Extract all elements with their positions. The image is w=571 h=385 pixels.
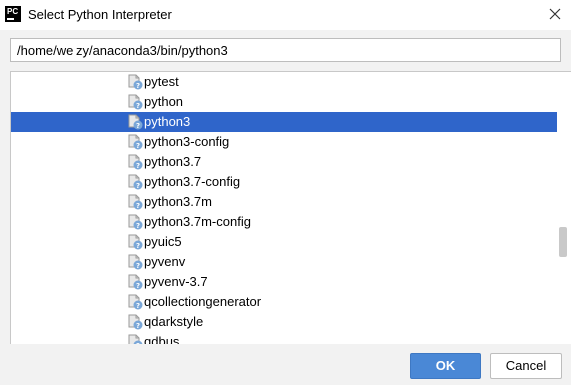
svg-text:?: ? [136,102,140,110]
unknown-file-icon: ? [127,134,143,150]
tree-item-label: python3 [144,114,191,129]
tree-item-label: pytest [144,74,179,89]
svg-text:?: ? [136,182,140,190]
svg-text:?: ? [136,242,140,250]
svg-text:?: ? [136,282,140,290]
tree-item[interactable]: ? python3-config [11,132,557,152]
unknown-file-icon: ? [127,234,143,250]
unknown-file-icon: ? [127,254,143,270]
unknown-file-icon: ? [127,334,143,344]
tree-item[interactable]: ? pyvenv [11,252,557,272]
unknown-file-icon: ? [127,294,143,310]
tree-item[interactable]: ? pytest [11,72,557,92]
tree-item-label: python3.7-config [144,174,241,189]
svg-text:?: ? [136,342,140,344]
file-tree[interactable]: ? qdbus? qdarkstyle? qcollectiongenerator? p… [10,71,571,344]
tree-item-label: pyvenv [144,254,186,269]
dialog-title: Select Python Interpreter [28,7,172,22]
path-input[interactable] [10,38,561,62]
cancel-button[interactable]: Cancel [490,353,562,379]
unknown-file-icon: ? [127,194,143,210]
tree-item[interactable]: ? qcollectiongenerator [11,292,557,312]
unknown-file-icon: ? [127,74,143,90]
tree-item-label: python [144,94,184,109]
pycharm-logo-icon: PC [5,6,21,22]
svg-text:?: ? [136,222,140,230]
svg-text:?: ? [136,122,140,130]
tree-item[interactable]: ? python3.7 [11,152,557,172]
svg-text:?: ? [136,142,140,150]
svg-text:?: ? [136,162,140,170]
tree-item-label: pyvenv-3.7 [144,274,208,289]
unknown-file-icon: ? [127,214,143,230]
svg-text:?: ? [136,202,140,210]
tree-item-label: python3.7 [144,154,202,169]
svg-text:?: ? [136,322,140,330]
tree-item[interactable]: ? python [11,92,557,112]
tree-item[interactable]: ? python3 [11,112,557,132]
unknown-file-icon: ? [127,314,143,330]
svg-text:?: ? [136,82,140,90]
tree-item[interactable]: ? pyvenv-3.7 [11,272,557,292]
unknown-file-icon: ? [127,154,143,170]
tree-item-label: python3.7m-config [144,214,251,229]
tree-item-label: qdarkstyle [144,314,204,329]
ok-button[interactable]: OK [410,353,481,379]
tree-item[interactable]: ? qdbus [11,332,557,344]
title-bar: PC Select Python Interpreter [0,0,571,30]
tree-item[interactable]: ? python3.7m [11,192,557,212]
tree-item[interactable]: ? qdarkstyle [11,312,557,332]
tree-item-label: qdbus [144,334,180,344]
tree-item[interactable]: ? pyuic5 [11,232,557,252]
unknown-file-icon: ? [127,114,143,130]
tree-item-label: python3.7m [144,194,212,209]
tree-item-label: qcollectiongenerator [144,294,262,309]
tree-item-label: python3-config [144,134,230,149]
tree-item[interactable]: ? python3.7m-config [11,212,557,232]
svg-text:?: ? [136,302,140,310]
svg-text:?: ? [136,262,140,270]
app-logo-text: PC [7,7,19,16]
unknown-file-icon: ? [127,94,143,110]
scrollbar-thumb[interactable] [559,227,567,257]
tree-item[interactable]: ? python3.7-config [11,172,557,192]
tree-item-label: pyuic5 [144,234,182,249]
close-icon[interactable] [547,6,563,22]
unknown-file-icon: ? [127,274,143,290]
unknown-file-icon: ? [127,174,143,190]
